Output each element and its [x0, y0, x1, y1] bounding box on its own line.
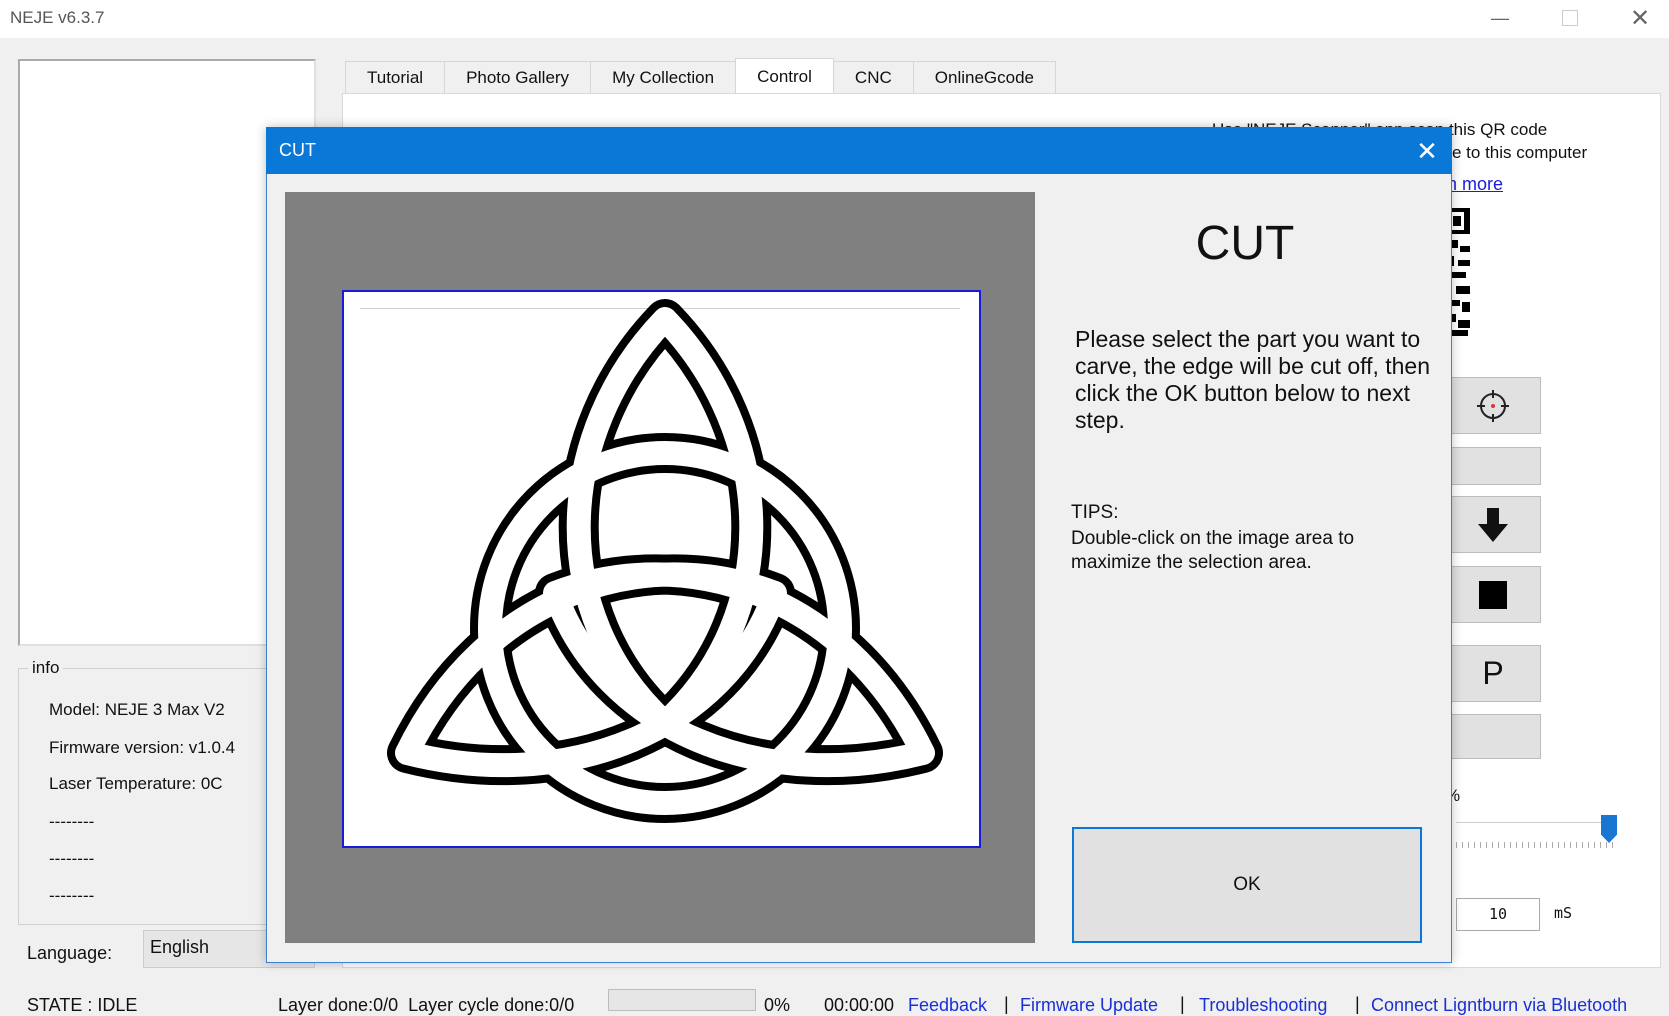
crosshair-icon [1477, 389, 1509, 422]
tips-label: TIPS: [1071, 502, 1119, 523]
minimize-button[interactable]: — [1465, 0, 1535, 36]
download-button[interactable] [1445, 496, 1541, 553]
model-text: Model: NEJE 3 Max V2 [49, 700, 225, 719]
dialog-titlebar [266, 127, 1452, 174]
language-label: Language: [27, 943, 113, 963]
tips-text: Double-click on the image area to maximi… [1071, 528, 1355, 573]
progress-bar [608, 989, 756, 1011]
time-ms-unit: mS [1554, 904, 1573, 922]
arrow-down-icon [1478, 507, 1508, 542]
time-ms-input[interactable]: 10 [1456, 898, 1540, 931]
info-legend: info [28, 658, 64, 678]
stop-button[interactable] [1445, 566, 1541, 623]
tab-tutorial[interactable]: Tutorial [345, 61, 446, 94]
power-slider-ticks [1456, 842, 1616, 848]
troubleshooting-link[interactable]: Troubleshooting [1199, 995, 1327, 1016]
dialog-close-button[interactable]: ✕ [1412, 136, 1442, 166]
cut-heading: CUT [1195, 217, 1295, 270]
progress-percent: 0% [764, 995, 791, 1015]
firmware-update-link[interactable]: Firmware Update [1020, 995, 1158, 1016]
feedback-link[interactable]: Feedback [908, 995, 987, 1016]
firmware-text: Firmware version: v1.0.4 [49, 738, 236, 757]
status-separator: | [1004, 994, 1009, 1014]
temperature-text: Laser Temperature: 0C [49, 774, 223, 793]
ok-button[interactable]: OK [1072, 827, 1422, 943]
cut-instructions: Please select the part you want to carve… [1075, 326, 1431, 433]
dialog-title: CUT [279, 140, 316, 160]
tab-my-collection[interactable]: My Collection [590, 61, 737, 94]
pause-button[interactable]: P [1445, 645, 1541, 702]
maximize-button[interactable] [1535, 0, 1605, 36]
power-slider-track[interactable] [1456, 822, 1616, 830]
elapsed-time: 00:00:00 [824, 995, 895, 1015]
info-placeholder-1: -------- [49, 812, 95, 831]
triquetra-knot-image [387, 299, 943, 823]
stop-square-icon [1479, 580, 1507, 609]
control-button-blank-1[interactable] [1445, 447, 1541, 485]
info-placeholder-3: -------- [49, 886, 95, 905]
close-button[interactable]: ✕ [1605, 0, 1669, 36]
maximize-icon [1562, 10, 1578, 26]
close-icon: ✕ [1629, 4, 1651, 32]
window-titlebar [0, 0, 1669, 38]
app-title: NEJE v6.3.7 [10, 8, 105, 27]
connect-lightburn-link[interactable]: Connect Ligntburn via Bluetooth [1371, 995, 1627, 1016]
p-label: P [1482, 655, 1504, 691]
focus-button[interactable] [1445, 377, 1541, 434]
state-text: STATE : IDLE [27, 995, 138, 1015]
tab-control[interactable]: Control [735, 58, 834, 94]
status-separator: | [1180, 994, 1185, 1014]
layer-progress-text: Layer done:0/0 Layer cycle done:0/0 [278, 995, 575, 1015]
close-icon: ✕ [1416, 135, 1438, 166]
tab-onlinegcode[interactable]: OnlineGcode [912, 61, 1056, 94]
status-separator: | [1355, 994, 1360, 1014]
tab-photo-gallery[interactable]: Photo Gallery [444, 61, 592, 94]
minimize-icon: — [1491, 7, 1509, 28]
info-placeholder-2: -------- [49, 849, 95, 868]
control-button-blank-2[interactable] [1445, 714, 1541, 759]
main-tabs: Tutorial Photo Gallery My Collection Con… [345, 58, 1056, 94]
tab-cnc[interactable]: CNC [832, 61, 914, 94]
